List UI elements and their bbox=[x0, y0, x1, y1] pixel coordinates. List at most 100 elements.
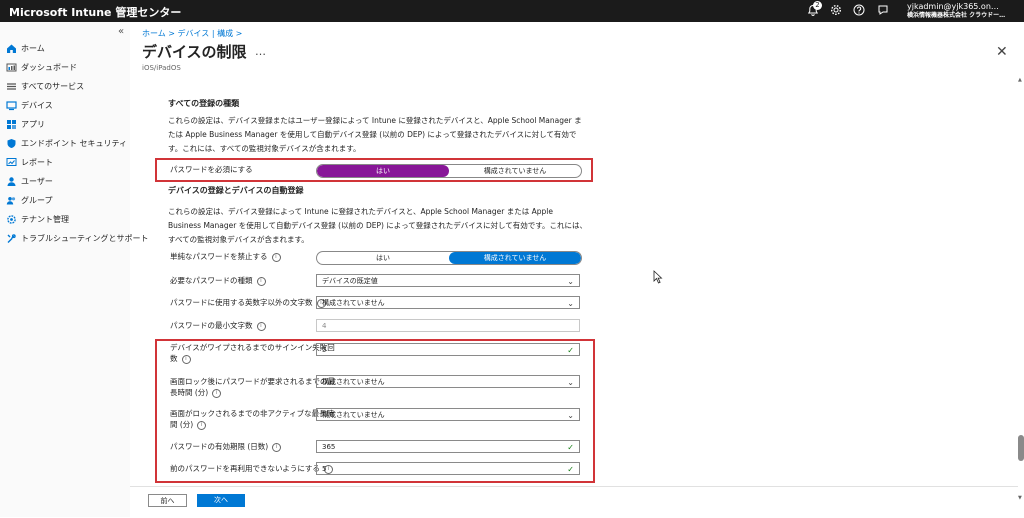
sidebar-item-dashboard[interactable]: ダッシュボード bbox=[6, 59, 77, 75]
sidebar-item-label: ダッシュボード bbox=[21, 62, 77, 72]
sidebar-item-label: エンドポイント セキュリティ bbox=[21, 138, 128, 148]
require-password-not-configured-option[interactable]: 構成されていません bbox=[449, 165, 581, 177]
lock-timeout-dropdown[interactable]: 構成されていません ⌄ bbox=[316, 375, 580, 388]
close-icon[interactable]: ✕ bbox=[996, 44, 1008, 60]
breadcrumb[interactable]: ホーム > デバイス | 構成 > bbox=[142, 28, 242, 39]
simple-password-label-text: 単純なパスワードを禁止する bbox=[170, 252, 268, 261]
account-info[interactable]: yjkadmin@yjk365.on… 横浜情報機器株式会社 クラウドー… bbox=[907, 2, 1005, 20]
user-org: 横浜情報機器株式会社 クラウドー… bbox=[907, 12, 1006, 19]
group-icon bbox=[6, 196, 16, 204]
simple-password-not-configured-option[interactable]: 構成されていません bbox=[449, 252, 581, 264]
scroll-down-icon[interactable]: ▼ bbox=[1018, 495, 1022, 501]
lock-timeout-value: 構成されていません bbox=[322, 378, 385, 386]
require-password-yes-option[interactable]: はい bbox=[317, 165, 449, 177]
wipe-after-field[interactable]: 5 ✓ bbox=[316, 343, 580, 356]
gear-icon[interactable] bbox=[829, 4, 843, 18]
next-button[interactable]: 次へ bbox=[197, 494, 245, 507]
inactivity-label-line2: 間 (分) bbox=[170, 420, 194, 429]
sidebar-item-users[interactable]: ユーザー bbox=[6, 173, 53, 189]
info-icon[interactable]: i bbox=[256, 321, 266, 331]
top-bar: Microsoft Intune 管理センター 2 yjkadmin@yjk36… bbox=[0, 0, 1024, 22]
non-alnum-value: 構成されていません bbox=[322, 299, 385, 307]
non-alnum-label-text: パスワードに使用する英数字以外の文字数 bbox=[170, 298, 313, 307]
notification-badge: 2 bbox=[813, 1, 822, 10]
sidebar-item-label: ホーム bbox=[21, 43, 45, 53]
sidebar-item-groups[interactable]: グループ bbox=[6, 192, 53, 208]
expiration-field[interactable]: 365 ✓ bbox=[316, 440, 580, 453]
inactivity-label: 画面がロックされるまでの非アクティブな最長時 間 (分) i bbox=[170, 408, 334, 430]
inactivity-dropdown[interactable]: 構成されていません ⌄ bbox=[316, 408, 580, 421]
expiration-label: パスワードの有効期限 (日数) i bbox=[170, 440, 282, 454]
device-icon bbox=[6, 100, 17, 110]
home-icon bbox=[7, 44, 16, 53]
app-title[interactable]: Microsoft Intune 管理センター bbox=[9, 4, 181, 20]
chevron-down-icon: ⌄ bbox=[567, 411, 574, 420]
scroll-up-icon[interactable]: ▲ bbox=[1018, 77, 1022, 83]
sidebar-item-label: デバイス bbox=[21, 100, 53, 110]
sidebar-item-label: ユーザー bbox=[21, 176, 53, 186]
info-icon[interactable]: i bbox=[197, 420, 207, 430]
report-icon bbox=[6, 157, 17, 166]
password-type-label: 必要なパスワードの種類 i bbox=[170, 274, 266, 288]
simple-password-yes-option[interactable]: はい bbox=[317, 252, 449, 264]
simple-password-toggle[interactable]: はい 構成されていません bbox=[316, 251, 582, 265]
previous-button[interactable]: 前へ bbox=[148, 494, 187, 507]
sidebar-item-home[interactable]: ホーム bbox=[6, 40, 45, 56]
help-icon[interactable] bbox=[852, 4, 866, 18]
scrollbar[interactable]: ▲ ▼ bbox=[1018, 77, 1024, 507]
sidebar-item-label: アプリ bbox=[21, 119, 45, 129]
section-heading-device-enrollment: デバイスの登録とデバイスの自動登録 bbox=[168, 186, 304, 195]
section-heading-all-enrollment: すべての登録の種類 bbox=[168, 99, 240, 108]
sidebar: « ホーム ダッシュボード すべてのサービス デバイス アプリ エンドポイント … bbox=[0, 22, 149, 517]
info-icon[interactable]: i bbox=[181, 354, 191, 364]
password-type-label-text: 必要なパスワードの種類 bbox=[170, 276, 253, 285]
min-length-field[interactable]: 4 bbox=[316, 319, 580, 332]
expiration-label-text: パスワードの有効期限 (日数) bbox=[170, 442, 269, 451]
main-panel: ホーム > デバイス | 構成 > デバイスの制限 … iOS/iPadOS ✕… bbox=[130, 22, 1024, 518]
require-password-toggle[interactable]: はい 構成されていません bbox=[316, 164, 582, 178]
mouse-cursor-icon bbox=[653, 270, 663, 284]
sidebar-item-all-services[interactable]: すべてのサービス bbox=[6, 78, 84, 94]
section-description-device-enrollment: これらの設定は、デバイス登録によって Intune に登録されたデバイスと、Ap… bbox=[168, 207, 588, 244]
sidebar-item-apps[interactable]: アプリ bbox=[6, 116, 45, 132]
sidebar-item-reports[interactable]: レポート bbox=[6, 154, 53, 170]
sidebar-item-devices[interactable]: デバイス bbox=[6, 97, 53, 113]
reuse-field[interactable]: 5 ✓ bbox=[316, 462, 580, 475]
info-icon[interactable]: i bbox=[271, 252, 281, 262]
non-alnum-dropdown[interactable]: 構成されていません ⌄ bbox=[316, 296, 580, 309]
dashboard-icon bbox=[6, 63, 17, 71]
sidebar-item-label: テナント管理 bbox=[21, 214, 69, 224]
inactivity-value: 構成されていません bbox=[322, 411, 385, 419]
wrench-icon bbox=[7, 233, 16, 243]
info-icon[interactable]: i bbox=[272, 442, 282, 452]
wipe-after-label-line1: デバイスがワイプされるまでのサインイン失敗回 bbox=[170, 343, 335, 352]
password-type-dropdown[interactable]: デバイスの既定値 ⌄ bbox=[316, 274, 580, 287]
info-icon[interactable]: i bbox=[212, 388, 222, 398]
sidebar-item-tenant-admin[interactable]: テナント管理 bbox=[6, 211, 69, 227]
checkmark-icon: ✓ bbox=[567, 443, 574, 452]
chevron-down-icon: ⌄ bbox=[567, 277, 574, 286]
user-email: yjkadmin@yjk365.on… bbox=[907, 2, 999, 11]
page-subtitle: iOS/iPadOS bbox=[142, 64, 181, 72]
scrollbar-thumb[interactable] bbox=[1018, 435, 1024, 461]
collapse-sidebar-button[interactable]: « bbox=[118, 26, 124, 37]
section-description-all-enrollment: これらの設定は、デバイス登録またはユーザー登録によって Intune に登録され… bbox=[168, 116, 582, 153]
lock-timeout-label-line1: 画面ロック後にパスワードが要求されるまでの最 bbox=[170, 377, 335, 386]
wipe-after-label-line2: 数 bbox=[170, 354, 178, 363]
sidebar-item-troubleshooting[interactable]: トラブルシューティングとサポート bbox=[6, 230, 149, 246]
lock-timeout-label-line2: 長時間 (分) bbox=[170, 388, 209, 397]
lock-timeout-label: 画面ロック後にパスワードが要求されるまでの最 長時間 (分) i bbox=[170, 376, 335, 398]
checkmark-icon: ✓ bbox=[567, 346, 574, 355]
checkmark-icon: ✓ bbox=[567, 465, 574, 474]
sidebar-item-label: すべてのサービス bbox=[21, 81, 85, 91]
list-icon bbox=[7, 82, 16, 90]
footer-bar: 前へ 次へ bbox=[130, 486, 1018, 518]
chevron-down-icon: ⌄ bbox=[567, 378, 574, 387]
sidebar-item-endpoint-security[interactable]: エンドポイント セキュリティ bbox=[6, 135, 127, 151]
min-length-value: 4 bbox=[322, 322, 327, 330]
wipe-after-value: 5 bbox=[322, 346, 327, 354]
info-icon[interactable]: i bbox=[256, 276, 266, 286]
more-options-button[interactable]: … bbox=[255, 45, 266, 58]
feedback-icon[interactable] bbox=[876, 4, 890, 18]
password-type-value: デバイスの既定値 bbox=[322, 277, 378, 285]
